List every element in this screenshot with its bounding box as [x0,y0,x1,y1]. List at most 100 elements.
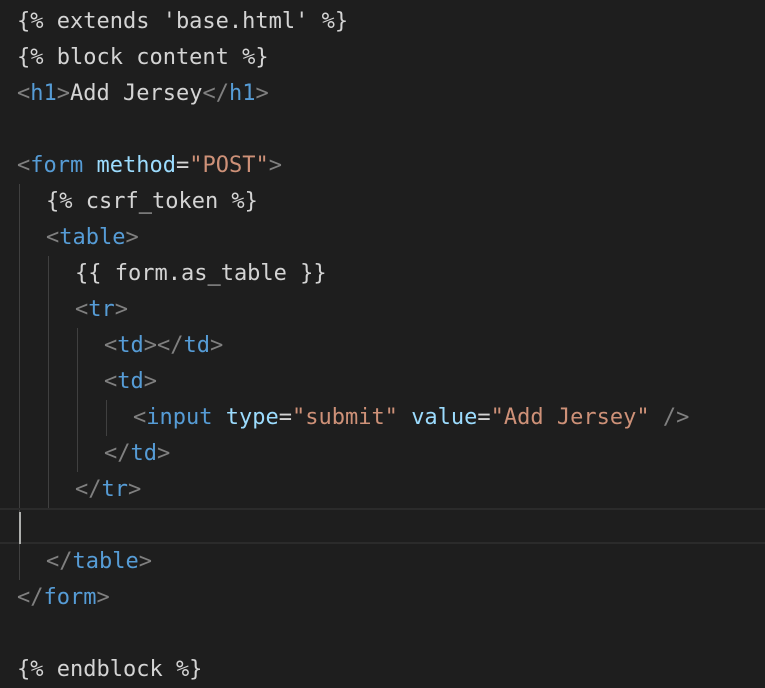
indent-guide [48,328,49,364]
code-token: > [268,153,282,178]
code-token: input [146,405,213,430]
code-line[interactable]: </tr> [0,472,765,508]
indent-guide [48,400,49,436]
indent-guide [77,436,78,472]
indent-guide [48,256,49,292]
code-token: td [183,333,211,358]
code-text: {% extends 'base.html' %} [17,4,348,40]
code-line[interactable]: <input type="submit" value="Add Jersey" … [0,400,765,436]
code-token: Add Jersey [70,81,203,106]
code-line[interactable]: <td> [0,364,765,400]
code-token: < [133,405,147,430]
code-token: td [117,333,144,358]
code-token: "submit" [291,405,398,430]
code-token: table [59,225,126,250]
indent-guide [48,292,49,328]
code-token: {% endblock %} [17,657,203,682]
code-token: </ [17,585,44,610]
code-text: </form> [17,580,110,616]
code-token: {% block content %} [17,45,269,70]
code-token: ></ [143,333,184,358]
code-editor[interactable]: {% extends 'base.html' %} {% block conten… [0,0,765,682]
code-text: <input type="submit" value="Add Jersey" … [133,400,689,436]
code-token: > [128,477,142,502]
indent-guide [48,472,49,508]
code-line[interactable]: {% block content %} [0,40,765,76]
indent-guide [19,544,20,580]
code-token: {% extends 'base.html' %} [17,9,349,34]
code-text: <tr> [75,292,128,328]
code-token: > [56,81,70,106]
code-token: "Add Jersey" [490,405,650,430]
code-token: > [143,369,157,394]
code-token: > [114,297,128,322]
code-token: < [104,369,118,394]
code-line[interactable] [0,616,765,652]
code-line[interactable]: {{ form.as_table }} [0,256,765,292]
code-line[interactable]: </form> [0,580,765,616]
code-token: > [210,333,224,358]
code-text: {% endblock %} [17,652,202,688]
code-text: <table> [46,220,139,256]
code-token: </ [104,441,131,466]
text-cursor [19,512,21,544]
code-text: <form method="POST"> [17,148,282,184]
code-token: value [411,405,478,430]
code-token: form [30,153,84,178]
code-line[interactable]: <table> [0,220,765,256]
code-token: > [157,441,171,466]
code-line[interactable] [0,112,765,148]
code-text: {% csrf_token %} [46,184,258,220]
code-token: table [72,549,139,574]
code-token: type [225,405,279,430]
indent-guide [77,328,78,364]
indent-guide [77,400,78,436]
indent-guide [19,436,20,472]
indent-guide [19,328,20,364]
code-text: <td> [104,364,157,400]
code-text: {{ form.as_table }} [75,256,327,292]
code-text: <td></td> [104,328,223,364]
indent-guide [19,292,20,328]
code-line[interactable]: </td> [0,436,765,472]
code-token: > [96,585,110,610]
code-token: tr [88,297,115,322]
code-token: form [43,585,97,610]
indent-guide [19,184,20,220]
code-token: </ [202,81,229,106]
code-line[interactable]: {% extends 'base.html' %} [0,4,765,40]
code-line[interactable]: <h1>Add Jersey</h1> [0,76,765,112]
code-token: {% csrf_token %} [46,189,258,214]
code-token: td [130,441,158,466]
code-token: > [125,225,139,250]
indent-guide [48,364,49,400]
code-line[interactable]: <tr> [0,292,765,328]
code-line[interactable]: </table> [0,544,765,580]
indent-guide [48,436,49,472]
code-token: > [138,549,152,574]
code-token: < [46,225,60,250]
code-text: {% block content %} [17,40,269,76]
code-line[interactable]: {% csrf_token %} [0,184,765,220]
code-token: "POST" [189,153,269,178]
code-token: < [75,297,89,322]
code-token: tr [101,477,129,502]
code-token: > [255,81,269,106]
code-token: {{ form.as_table }} [75,261,327,286]
code-token: < [17,81,31,106]
code-text: </td> [104,436,170,472]
code-line[interactable]: <td></td> [0,328,765,364]
code-token: h1 [30,81,57,106]
code-line[interactable]: <form method="POST"> [0,148,765,184]
indent-guide [106,400,107,436]
code-line[interactable] [0,508,765,546]
code-token: = [175,153,190,178]
indent-guide [19,220,20,256]
indent-guide [77,364,78,400]
code-line[interactable]: {% endblock %} [0,652,765,688]
code-token: < [104,333,118,358]
code-token: /> [662,405,690,430]
code-token: = [278,405,292,430]
